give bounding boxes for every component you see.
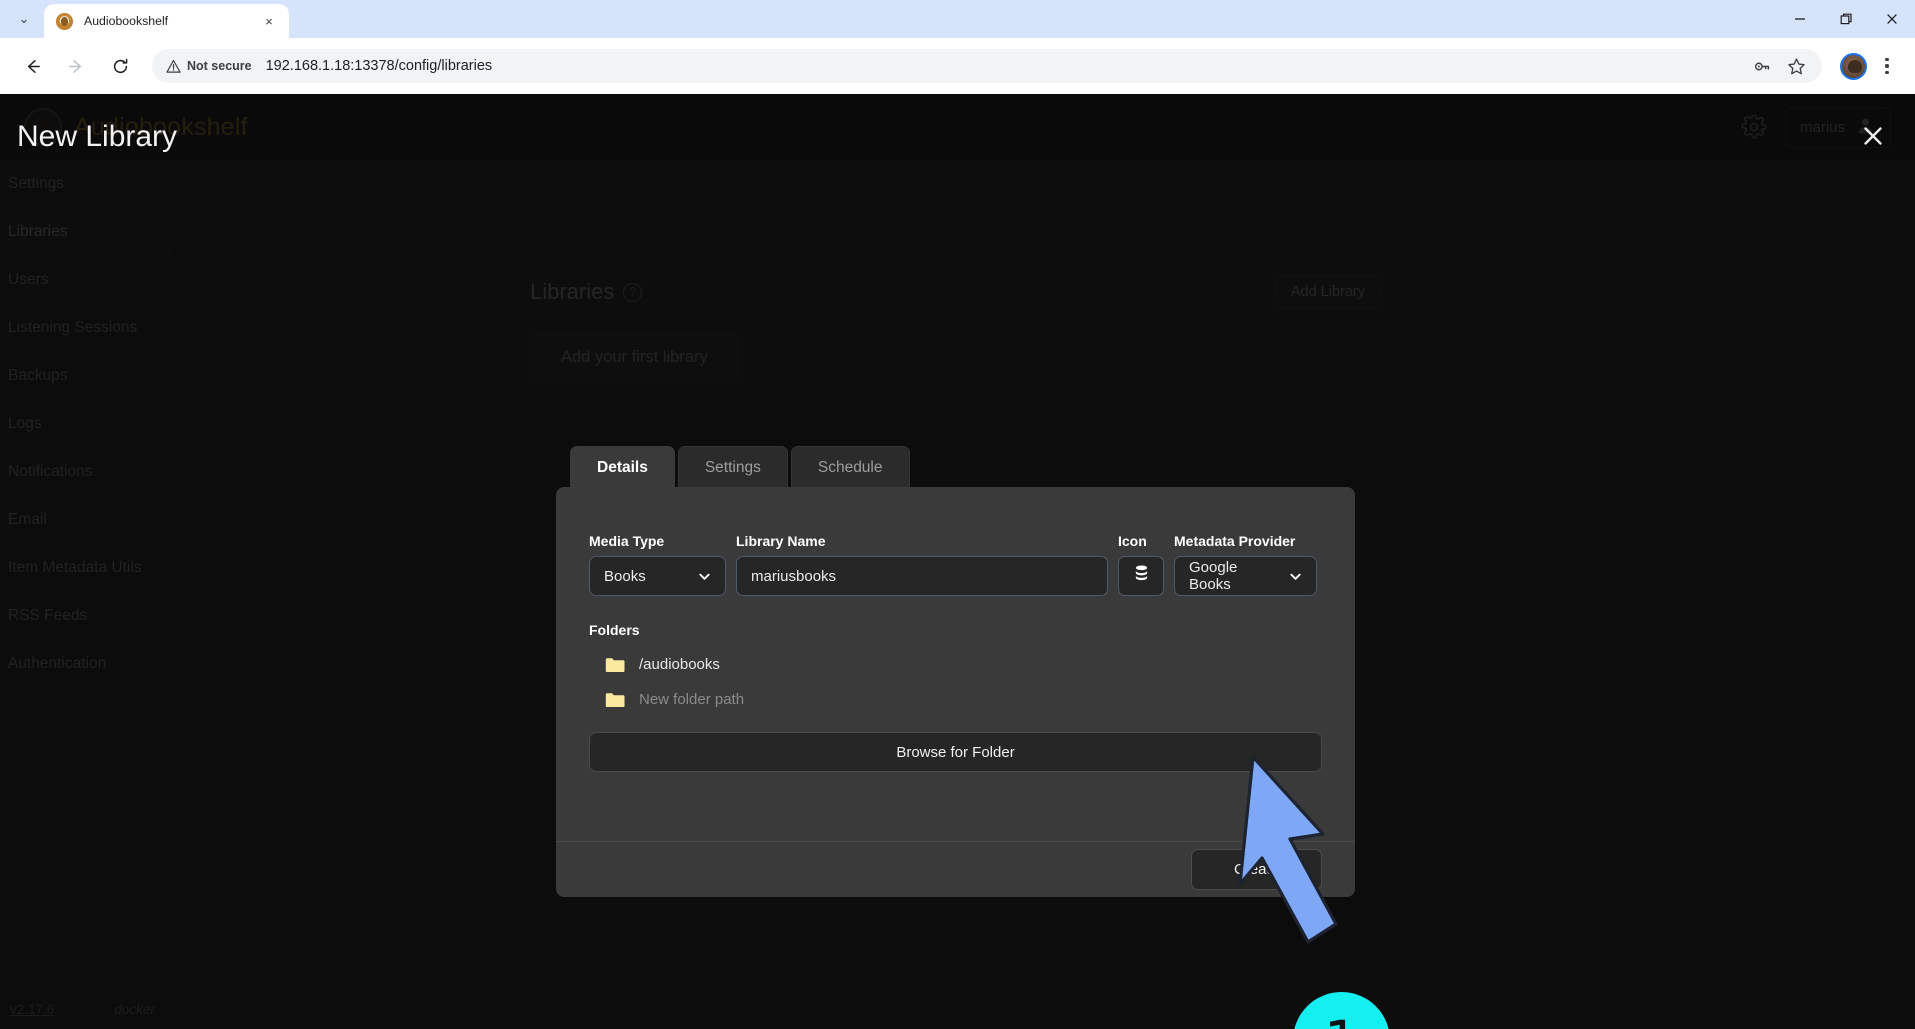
tab-schedule[interactable]: Schedule <box>790 446 910 488</box>
library-name-label: Library Name <box>736 533 826 549</box>
tab-strip: ⌄ Audiobookshelf × <box>0 0 1915 38</box>
tab-settings[interactable]: Settings <box>677 446 788 488</box>
address-bar[interactable]: Not secure 192.168.1.18:13378/config/lib… <box>152 49 1822 83</box>
media-type-select[interactable]: Books <box>589 556 726 596</box>
back-arrow-icon[interactable] <box>16 50 48 82</box>
window-minimize-icon[interactable] <box>1777 0 1823 38</box>
create-button[interactable]: Create <box>1190 849 1322 890</box>
browser-profile-avatar[interactable] <box>1840 52 1867 80</box>
fields-row: Media Type Books Library Name mariusbook… <box>589 533 1322 596</box>
metadata-provider-label: Metadata Provider <box>1174 533 1296 549</box>
audiobookshelf-favicon-icon <box>56 12 73 30</box>
star-icon[interactable] <box>1782 52 1810 80</box>
omnibox-actions <box>1748 52 1816 80</box>
url-text[interactable]: 192.168.1.18:13378/config/libraries <box>266 58 1748 74</box>
warning-triangle-icon <box>166 59 181 74</box>
app-page: Audiobookshelf marius <box>0 94 1915 1029</box>
browser-toolbar: Not secure 192.168.1.18:13378/config/lib… <box>0 38 1915 94</box>
chevron-down-icon <box>699 573 710 580</box>
window-close-icon[interactable] <box>1869 0 1915 38</box>
folder-icon <box>605 692 625 707</box>
tab-details[interactable]: Details <box>570 446 675 488</box>
tab-title: Audiobookshelf <box>84 14 169 28</box>
tab-label: Settings <box>704 458 761 476</box>
tab-label: Schedule <box>817 458 883 476</box>
reload-icon[interactable] <box>104 50 136 82</box>
icon-picker-button[interactable] <box>1118 556 1164 596</box>
media-type-value: Books <box>604 567 646 585</box>
security-status[interactable]: Not secure <box>166 59 252 74</box>
browser-chrome: ⌄ Audiobookshelf × Not secure 192.168.1.… <box>0 0 1915 94</box>
modal-close-icon[interactable] <box>1856 119 1890 153</box>
icon-label: Icon <box>1118 533 1147 549</box>
metadata-provider-value: Google Books <box>1189 559 1238 593</box>
tab-label: Details <box>597 458 648 476</box>
folder-item[interactable]: /audiobooks <box>589 656 1322 673</box>
annotation-step-number: 1 <box>1324 1009 1359 1029</box>
media-type-field: Media Type Books <box>589 533 726 596</box>
kebab-menu-icon[interactable] <box>1873 50 1901 82</box>
chevron-down-icon <box>1290 573 1301 580</box>
key-icon[interactable] <box>1748 52 1776 80</box>
library-name-field: Library Name mariusbooks <box>736 533 1108 596</box>
browser-tab[interactable]: Audiobookshelf × <box>44 4 289 38</box>
forward-arrow-icon <box>60 50 92 82</box>
new-library-panel: Media Type Books Library Name mariusbook… <box>556 487 1355 897</box>
window-controls <box>1777 0 1915 38</box>
folder-path: /audiobooks <box>639 656 720 673</box>
modal-tabs: Details Settings Schedule <box>570 446 910 488</box>
tab-close-icon[interactable]: × <box>259 11 279 31</box>
icon-field: Icon <box>1118 533 1164 596</box>
modal-footer: Create <box>556 841 1355 897</box>
tab-search-chevron-icon[interactable]: ⌄ <box>4 2 44 36</box>
folder-item-new[interactable]: New folder path <box>589 691 1322 708</box>
metadata-provider-field: Metadata Provider Google Books <box>1174 533 1317 596</box>
window-restore-icon[interactable] <box>1823 0 1869 38</box>
modal-title: New Library <box>17 120 178 153</box>
metadata-provider-select[interactable]: Google Books <box>1174 556 1317 596</box>
media-type-label: Media Type <box>589 533 665 549</box>
folder-icon <box>605 657 625 672</box>
library-name-value: mariusbooks <box>751 567 837 585</box>
details-tab-panel: Media Type Books Library Name mariusbook… <box>556 487 1355 841</box>
new-folder-path-input[interactable]: New folder path <box>639 691 744 708</box>
database-icon <box>1132 564 1151 588</box>
browse-for-folder-button[interactable]: Browse for Folder <box>589 732 1322 772</box>
security-status-label: Not secure <box>187 59 252 73</box>
library-name-input[interactable]: mariusbooks <box>736 556 1108 596</box>
folders-section-label: Folders <box>589 622 640 638</box>
